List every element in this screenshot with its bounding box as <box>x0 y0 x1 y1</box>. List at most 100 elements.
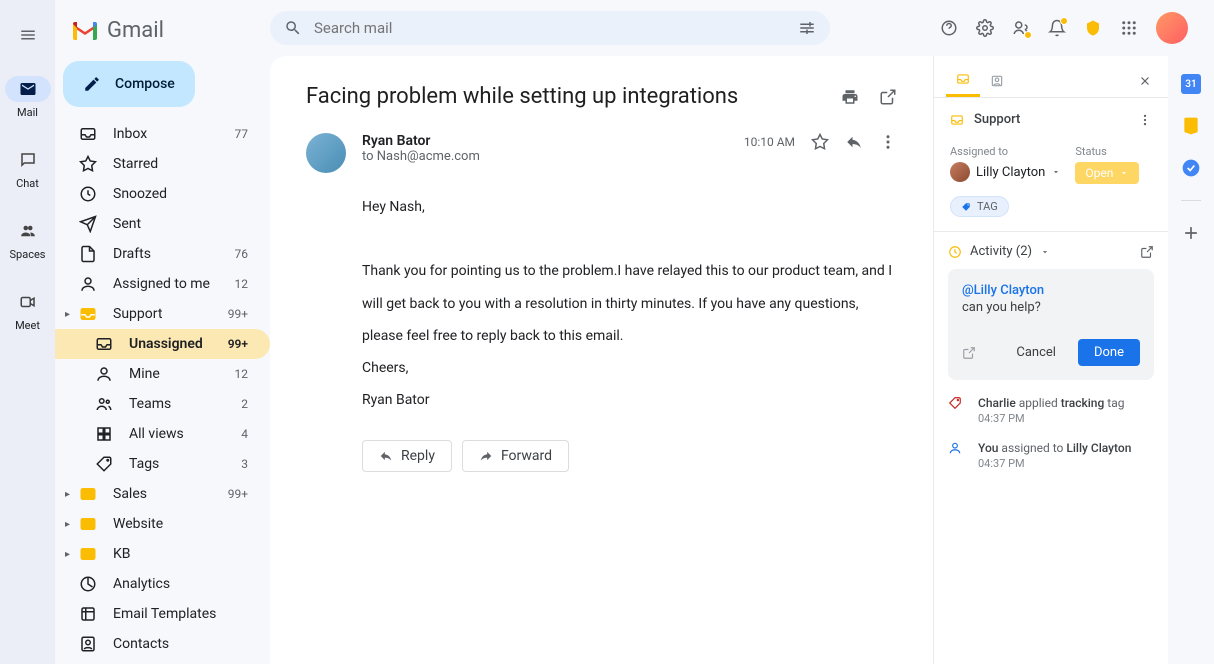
compose-button[interactable]: Compose <box>63 61 195 107</box>
comment-mention: @Lilly Clayton <box>962 283 1044 298</box>
forward-button[interactable]: Forward <box>462 440 569 472</box>
panel-close-icon[interactable] <box>1134 70 1156 92</box>
nav-label: Website <box>113 516 254 532</box>
nav-icon <box>79 605 99 623</box>
app-bar: 31 <box>1168 56 1214 664</box>
forward-arrow-icon <box>479 449 493 463</box>
comment-popout-icon[interactable] <box>962 346 976 360</box>
search-bar[interactable] <box>270 11 830 45</box>
nav-icon <box>79 155 99 173</box>
nav-label: Analytics <box>113 576 254 592</box>
gmail-logo-icon <box>71 20 99 42</box>
inbox-icon <box>950 113 964 127</box>
bell-icon[interactable] <box>1048 19 1066 37</box>
status-selector[interactable]: Open <box>1075 162 1139 184</box>
activity-verb: assigned to <box>1001 441 1063 455</box>
tune-icon[interactable] <box>798 19 816 37</box>
nav-label: Unassigned <box>129 336 228 352</box>
chevron-down-icon <box>1119 168 1129 178</box>
reply-button[interactable]: Reply <box>362 440 452 472</box>
activity-object: tracking <box>1061 396 1105 410</box>
panel-tab-contact[interactable] <box>980 66 1014 96</box>
print-icon[interactable] <box>841 88 859 106</box>
nav-item-sent[interactable]: Sent <box>55 209 270 239</box>
comment-text: can you help? <box>962 300 1140 315</box>
hamburger-menu[interactable] <box>11 18 45 52</box>
nav-count: 99+ <box>228 307 254 321</box>
contact-tab-icon <box>990 74 1004 88</box>
nav-item-support[interactable]: ▸Support99+ <box>55 299 270 329</box>
pencil-icon <box>83 75 101 93</box>
keep-app-icon[interactable] <box>1181 116 1201 136</box>
nav-item-drafts[interactable]: Drafts76 <box>55 239 270 269</box>
nav-item-starred[interactable]: Starred <box>55 149 270 179</box>
nav-item-chat-templates[interactable]: Chat Templates <box>55 659 270 664</box>
account-avatar[interactable] <box>1156 12 1188 44</box>
panel-tab-inbox[interactable] <box>946 64 980 97</box>
nav-item-website[interactable]: ▸Website <box>55 509 270 539</box>
nav-label: Teams <box>129 396 241 412</box>
nav-icon <box>79 305 99 323</box>
nav-item-tags[interactable]: Tags3 <box>55 449 270 479</box>
reply-arrow-icon <box>379 449 393 463</box>
rail-chat[interactable]: Chat <box>1 143 55 194</box>
chevron-down-icon[interactable] <box>1040 247 1050 257</box>
apps-icon[interactable] <box>1120 19 1138 37</box>
nav-icon <box>95 425 115 443</box>
nav-count: 76 <box>235 247 255 261</box>
nav-label: Assigned to me <box>113 276 235 292</box>
panel-more-icon[interactable] <box>1138 113 1152 127</box>
nav-item-kb[interactable]: ▸KB <box>55 539 270 569</box>
nav-icon <box>95 395 115 413</box>
cancel-button[interactable]: Cancel <box>1006 339 1066 366</box>
nav-count: 4 <box>241 427 254 441</box>
nav-item-unassigned[interactable]: Unassigned99+ <box>55 329 270 359</box>
nav-item-teams[interactable]: Teams2 <box>55 389 270 419</box>
activity-object: Lilly Clayton <box>1066 441 1131 455</box>
people-icon[interactable] <box>1012 19 1030 37</box>
nav-item-mine[interactable]: Mine12 <box>55 359 270 389</box>
activity-popout-icon[interactable] <box>1140 245 1154 259</box>
activity-time: 04:37 PM <box>978 412 1154 425</box>
settings-icon[interactable] <box>976 19 994 37</box>
add-app-icon[interactable] <box>1181 223 1201 243</box>
star-icon[interactable] <box>811 133 829 151</box>
nav-item-assigned-to-me[interactable]: Assigned to me12 <box>55 269 270 299</box>
nav-count: 99+ <box>228 487 254 501</box>
nav-icon <box>79 215 99 233</box>
tasks-app-icon[interactable] <box>1181 158 1201 178</box>
more-icon[interactable] <box>879 133 897 151</box>
rail-mail[interactable]: Mail <box>1 72 55 123</box>
popout-icon[interactable] <box>879 88 897 106</box>
status-value: Open <box>1085 166 1113 180</box>
nav-item-snoozed[interactable]: Snoozed <box>55 179 270 209</box>
activity-suffix: tag <box>1107 396 1124 410</box>
assignee-selector[interactable]: Lilly Clayton <box>950 162 1061 182</box>
search-input[interactable] <box>314 19 786 37</box>
nav-item-all-views[interactable]: All views4 <box>55 419 270 449</box>
rail-chat-label: Chat <box>16 177 39 190</box>
nav-count: 2 <box>241 397 254 411</box>
nav-item-sales[interactable]: ▸Sales99+ <box>55 479 270 509</box>
nav-label: Sales <box>113 486 228 502</box>
rail-meet[interactable]: Meet <box>1 285 55 336</box>
nav-label: Email Templates <box>113 606 254 622</box>
compose-label: Compose <box>115 76 175 92</box>
nav-label: Inbox <box>113 126 235 142</box>
tag-icon <box>961 202 971 212</box>
calendar-app-icon[interactable]: 31 <box>1181 74 1201 94</box>
reply-icon[interactable] <box>845 133 863 151</box>
nav-label: Snoozed <box>113 186 254 202</box>
nav-item-email-templates[interactable]: Email Templates <box>55 599 270 629</box>
tag-chip[interactable]: TAG <box>950 196 1009 217</box>
nav-item-inbox[interactable]: Inbox77 <box>55 119 270 149</box>
help-icon[interactable] <box>940 19 958 37</box>
nav-icon <box>95 335 115 353</box>
nav-item-contacts[interactable]: Contacts <box>55 629 270 659</box>
email-panel: Facing problem while setting up integrat… <box>270 56 933 664</box>
rail-spaces[interactable]: Spaces <box>1 214 55 265</box>
gmail-logo[interactable]: Gmail <box>55 8 270 57</box>
nav-item-analytics[interactable]: Analytics <box>55 569 270 599</box>
shield-icon[interactable] <box>1084 19 1102 37</box>
done-button[interactable]: Done <box>1078 339 1140 366</box>
